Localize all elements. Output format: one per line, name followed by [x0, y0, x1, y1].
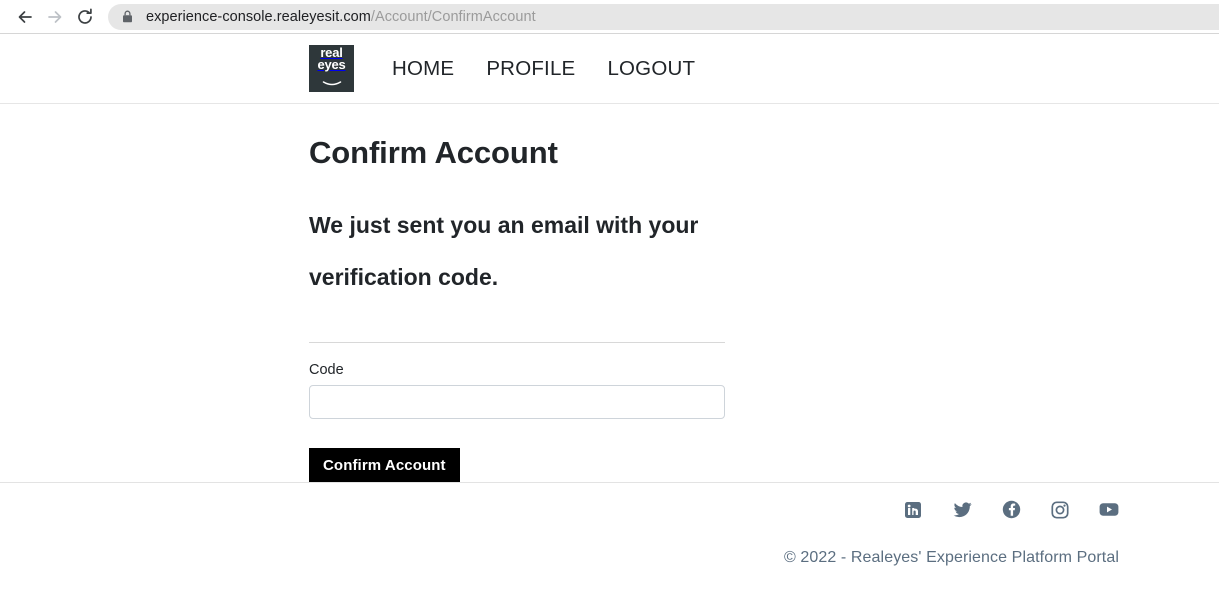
address-bar[interactable]: experience-console.realeyesit.com/Accoun… [108, 3, 1219, 30]
reload-icon [75, 7, 95, 27]
youtube-icon [1099, 502, 1119, 522]
confirm-account-form: Code Confirm Account [309, 362, 1219, 483]
lock-icon [121, 9, 134, 24]
facebook-link[interactable] [1001, 500, 1021, 524]
copyright-text: © 2022 - Realeyes' Experience Platform P… [783, 549, 1119, 566]
site-header: real eyes HOME PROFILE LOGOUT [0, 34, 1219, 104]
linkedin-icon [904, 501, 922, 524]
site-footer: © 2022 - Realeyes' Experience Platform P… [0, 482, 1219, 567]
form-divider [309, 342, 725, 343]
browser-toolbar: experience-console.realeyesit.com/Accoun… [0, 0, 1219, 34]
reload-button[interactable] [70, 2, 100, 32]
url-host: experience-console.realeyesit.com [146, 8, 371, 25]
social-links [0, 483, 1219, 522]
nav-link-home[interactable]: HOME [392, 57, 454, 81]
nav-link-logout[interactable]: LOGOUT [607, 57, 695, 81]
twitter-icon [953, 501, 972, 524]
smile-icon [322, 73, 342, 91]
back-arrow-icon [15, 7, 35, 27]
code-label: Code [309, 362, 344, 378]
forward-button[interactable] [40, 2, 70, 32]
realeyes-logo[interactable]: real eyes [309, 45, 354, 92]
twitter-link[interactable] [952, 501, 972, 524]
logo-line-2: eyes [317, 57, 346, 72]
instagram-link[interactable] [1050, 500, 1070, 524]
main-content: Confirm Account We just sent you an emai… [0, 104, 1219, 483]
nav-link-profile[interactable]: PROFILE [486, 57, 575, 81]
forward-arrow-icon [45, 7, 65, 27]
code-input[interactable] [309, 385, 725, 419]
instagram-icon [1051, 500, 1069, 524]
page-title: Confirm Account [309, 135, 558, 170]
back-button[interactable] [10, 2, 40, 32]
url-path: /Account/ConfirmAccount [370, 8, 536, 25]
primary-nav: HOME PROFILE LOGOUT [392, 57, 695, 81]
facebook-icon [1002, 500, 1021, 524]
linkedin-link[interactable] [903, 501, 923, 524]
page-subtitle: We just sent you an email with your veri… [309, 212, 699, 290]
youtube-link[interactable] [1099, 502, 1119, 522]
url-text: experience-console.realeyesit.com/Accoun… [146, 9, 536, 25]
confirm-account-button[interactable]: Confirm Account [309, 448, 460, 483]
header-inner: real eyes HOME PROFILE LOGOUT [309, 45, 695, 92]
